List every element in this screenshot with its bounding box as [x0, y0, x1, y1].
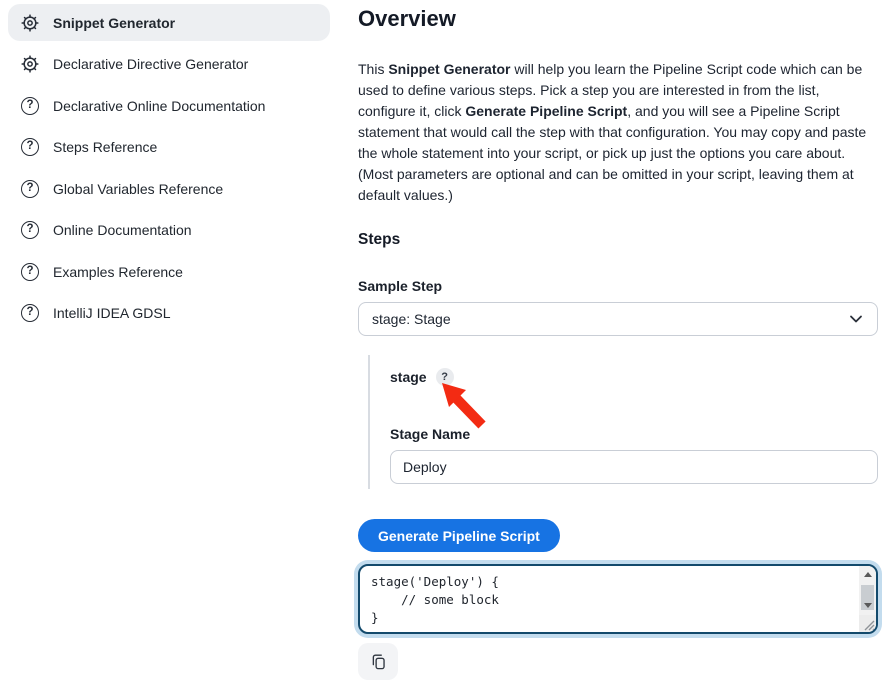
question-circle-icon: ?	[20, 137, 40, 157]
sidebar-item-label: Steps Reference	[53, 139, 157, 155]
gear-icon	[20, 54, 40, 74]
question-circle-icon: ?	[20, 220, 40, 240]
scroll-up-icon[interactable]	[859, 567, 876, 582]
steps-heading: Steps	[358, 231, 878, 249]
resize-grip-icon[interactable]	[859, 615, 876, 632]
page-title: Overview	[358, 6, 878, 32]
question-circle-icon: ?	[20, 303, 40, 323]
sample-step-selected-value: stage: Stage	[372, 311, 451, 327]
copy-icon	[369, 651, 388, 672]
sidebar-item-declarative-directive-generator[interactable]: Declarative Directive Generator	[8, 46, 330, 83]
scroll-down-icon[interactable]	[859, 598, 876, 613]
sidebar-item-label: Online Documentation	[53, 222, 192, 238]
sidebar-item-label: Snippet Generator	[53, 15, 175, 31]
sidebar: Snippet Generator Declarative Directive …	[8, 4, 330, 336]
stage-config-section: stage ? Stage Name	[368, 355, 878, 489]
intro-bold-snippet-generator: Snippet Generator	[388, 61, 510, 77]
stage-name-input[interactable]	[390, 450, 878, 484]
sample-step-select[interactable]: stage: Stage	[358, 302, 878, 336]
gear-icon	[20, 13, 40, 33]
intro-bold-generate-pipeline-script: Generate Pipeline Script	[465, 103, 627, 119]
sidebar-item-online-documentation[interactable]: ? Online Documentation	[8, 212, 330, 249]
copy-button[interactable]	[358, 643, 398, 680]
sidebar-item-intellij-idea-gdsl[interactable]: ? IntelliJ IDEA GDSL	[8, 295, 330, 332]
stage-label: stage	[390, 369, 427, 385]
intro-paragraph: This Snippet Generator will help you lea…	[358, 59, 878, 206]
scrollbar[interactable]	[859, 566, 876, 632]
sidebar-item-examples-reference[interactable]: ? Examples Reference	[8, 253, 330, 290]
sidebar-item-label: Declarative Online Documentation	[53, 98, 265, 114]
sidebar-item-declarative-online-documentation[interactable]: ? Declarative Online Documentation	[8, 87, 330, 124]
question-circle-icon: ?	[20, 262, 40, 282]
intro-text: This	[358, 61, 388, 77]
pipeline-script-text[interactable]: stage('Deploy') { // some block }	[360, 566, 876, 633]
help-icon[interactable]: ?	[436, 368, 454, 386]
pipeline-script-output[interactable]: stage('Deploy') { // some block }	[358, 564, 878, 634]
sidebar-item-label: IntelliJ IDEA GDSL	[53, 305, 171, 321]
sidebar-item-label: Global Variables Reference	[53, 181, 223, 197]
question-circle-icon: ?	[20, 179, 40, 199]
sidebar-item-label: Examples Reference	[53, 264, 183, 280]
question-circle-icon: ?	[20, 96, 40, 116]
sample-step-label: Sample Step	[358, 278, 878, 294]
generate-pipeline-script-button[interactable]: Generate Pipeline Script	[358, 519, 560, 552]
sidebar-item-snippet-generator[interactable]: Snippet Generator	[8, 4, 330, 41]
red-arrow-annotation	[436, 381, 494, 429]
sidebar-item-label: Declarative Directive Generator	[53, 56, 248, 72]
chevron-down-icon	[848, 311, 864, 327]
stage-row: stage ?	[390, 368, 878, 386]
sidebar-item-global-variables-reference[interactable]: ? Global Variables Reference	[8, 170, 330, 207]
main-content: Overview This Snippet Generator will hel…	[358, 0, 878, 680]
stage-name-label: Stage Name	[390, 426, 878, 442]
sidebar-item-steps-reference[interactable]: ? Steps Reference	[8, 129, 330, 166]
